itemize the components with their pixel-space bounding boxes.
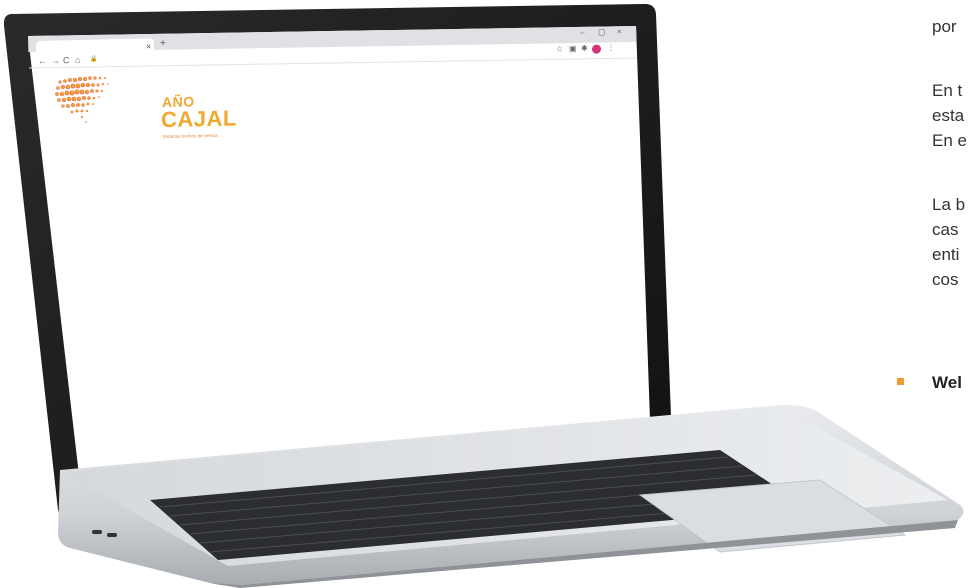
bullet-label[interactable]: Wel — [932, 370, 962, 395]
close-icon[interactable]: × — [146, 41, 151, 51]
browser-window: × + – ▢ × ← → C ⌂ 🔒 ☆ ▣ ✱ ⋮ AÑO CAJAL Es… — [32, 25, 642, 418]
star-icon[interactable]: ☆ — [556, 44, 563, 53]
plus-icon[interactable]: + — [160, 38, 166, 49]
ano-cajal-logo: AÑO CAJAL Estamos hechos de ciencia — [60, 88, 260, 162]
avatar[interactable] — [592, 44, 601, 54]
usb-port — [107, 533, 117, 537]
home-icon[interactable]: ⌂ — [75, 55, 80, 65]
menu-icon[interactable]: ⋮ — [607, 43, 615, 52]
extension-icon[interactable]: ▣ — [569, 44, 577, 53]
minimize-button[interactable]: – — [580, 28, 584, 37]
usb-port — [92, 530, 102, 534]
maximize-button[interactable]: ▢ — [598, 27, 606, 36]
side-text-line: En e — [932, 131, 967, 150]
side-text-line: enti — [932, 245, 960, 264]
side-text-line: esta — [932, 106, 965, 125]
side-text-line: cas — [932, 220, 959, 239]
logo-line2: CAJAL — [161, 105, 237, 133]
back-icon[interactable]: ← — [38, 56, 47, 66]
side-text-line: La b — [932, 195, 966, 214]
side-text-line: cos — [932, 270, 959, 289]
puzzle-icon[interactable]: ✱ — [581, 44, 588, 53]
lock-icon: 🔒 — [90, 56, 98, 63]
forward-icon[interactable]: → — [51, 55, 60, 65]
bullet-icon — [897, 378, 904, 385]
close-window-button[interactable]: × — [617, 27, 622, 36]
reload-icon[interactable]: C — [63, 55, 70, 65]
logo-tagline: Estamos hechos de ciencia — [163, 132, 218, 140]
side-text-line: por — [932, 17, 957, 36]
side-text-line: En t — [932, 81, 963, 100]
